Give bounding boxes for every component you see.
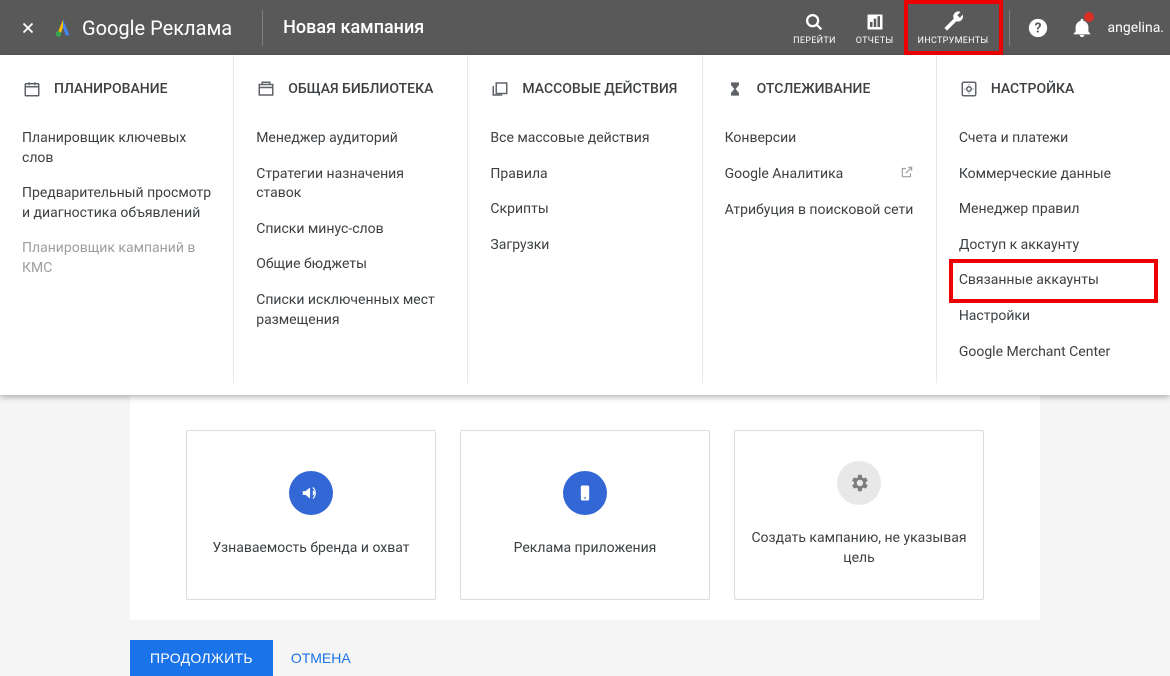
gear-icon <box>837 461 881 505</box>
col-title-tracking: ОТСЛЕЖИВАНИЕ <box>757 81 871 97</box>
link-placement-exclusions[interactable]: Списки исключенных мест размещения <box>256 283 445 338</box>
link-policy-manager[interactable]: Менеджер правил <box>959 192 1148 228</box>
campaign-goal-card: Узнаваемость бренда и охват Реклама прил… <box>130 395 1040 620</box>
link-business-data[interactable]: Коммерческие данные <box>959 157 1148 193</box>
menu-col-bulk: МАССОВЫЕ ДЕЙСТВИЯ Все массовые действия … <box>468 55 702 383</box>
col-header-library: ОБЩАЯ БИБЛИОТЕКА <box>256 79 445 99</box>
tools-label: ИНСТРУМЕНТЫ <box>918 36 989 46</box>
wrench-icon <box>941 10 965 34</box>
option-app-label: Реклама приложения <box>514 539 657 559</box>
gear-square-icon <box>959 79 979 99</box>
link-conversions[interactable]: Конверсии <box>725 121 914 157</box>
link-analytics[interactable]: Google Аналитика <box>725 157 914 194</box>
col-title-planning: ПЛАНИРОВАНИЕ <box>54 81 168 97</box>
link-search-attribution[interactable]: Атрибуция в поисковой сети <box>725 193 914 229</box>
notifications-button[interactable] <box>1060 0 1104 55</box>
option-brand-awareness[interactable]: Узнаваемость бренда и охват <box>186 430 436 600</box>
link-rules[interactable]: Правила <box>490 157 679 193</box>
library-icon <box>256 79 276 99</box>
app-header: Google Реклама Новая кампания ПЕРЕЙТИ ОТ… <box>0 0 1170 55</box>
col-title-library: ОБЩАЯ БИБЛИОТЕКА <box>288 81 433 97</box>
option-row: Узнаваемость бренда и охват Реклама прил… <box>160 430 1010 600</box>
link-linked-accounts[interactable]: Связанные аккаунты <box>949 259 1158 303</box>
link-uploads[interactable]: Загрузки <box>490 228 679 264</box>
link-keyword-planner[interactable]: Планировщик ключевых слов <box>22 121 211 176</box>
col-header-planning: ПЛАНИРОВАНИЕ <box>22 79 211 99</box>
svg-text:?: ? <box>1034 20 1041 36</box>
notification-badge <box>1084 12 1094 22</box>
calendar-icon <box>22 79 42 99</box>
logo-text: Google Реклама <box>82 16 232 40</box>
go-label: ПЕРЕЙТИ <box>793 36 836 46</box>
close-icon[interactable] <box>14 14 42 42</box>
menu-col-tracking: ОТСЛЕЖИВАНИЕ Конверсии Google Аналитика … <box>703 55 937 383</box>
header-right: ПЕРЕЙТИ ОТЧЕТЫ ИНСТРУМЕНТЫ ? angelina. <box>783 0 1170 55</box>
search-icon <box>803 10 825 34</box>
tools-button[interactable]: ИНСТРУМЕНТЫ <box>904 0 1003 55</box>
help-icon: ? <box>1027 17 1049 39</box>
link-all-bulk[interactable]: Все массовые действия <box>490 121 679 157</box>
link-analytics-label: Google Аналитика <box>725 165 844 185</box>
col-header-bulk: МАССОВЫЕ ДЕЙСТВИЯ <box>490 79 679 99</box>
account-name[interactable]: angelina. <box>1104 0 1170 55</box>
hourglass-icon <box>725 79 745 99</box>
bar-chart-icon <box>865 10 885 34</box>
link-preferences[interactable]: Настройки <box>959 299 1148 335</box>
option-brand-label: Узнаваемость бренда и охват <box>213 539 410 559</box>
action-row: ПРОДОЛЖИТЬ ОТМЕНА <box>130 640 1040 676</box>
link-merchant-center[interactable]: Google Merchant Center <box>959 335 1148 371</box>
reports-button[interactable]: ОТЧЕТЫ <box>846 0 904 55</box>
go-button[interactable]: ПЕРЕЙТИ <box>783 0 846 55</box>
continue-button[interactable]: ПРОДОЛЖИТЬ <box>130 640 273 676</box>
external-link-icon <box>900 165 914 186</box>
link-account-access[interactable]: Доступ к аккаунту <box>959 228 1148 264</box>
option-nogoal-label: Создать кампанию, не указывая цель <box>747 529 971 568</box>
megaphone-icon <box>289 471 333 515</box>
page-title: Новая кампания <box>283 17 424 38</box>
menu-col-library: ОБЩАЯ БИБЛИОТЕКА Менеджер аудиторий Стра… <box>234 55 468 383</box>
link-ad-preview[interactable]: Предварительный просмотр и диагностика о… <box>22 176 211 231</box>
menu-col-planning: ПЛАНИРОВАНИЕ Планировщик ключевых слов П… <box>0 55 234 383</box>
col-title-bulk: МАССОВЫЕ ДЕЙСТВИЯ <box>522 81 677 97</box>
menu-col-setup: НАСТРОЙКА Счета и платежи Коммерческие д… <box>937 55 1170 383</box>
link-negative-keywords[interactable]: Списки минус-слов <box>256 212 445 248</box>
option-no-goal[interactable]: Создать кампанию, не указывая цель <box>734 430 984 600</box>
link-billing[interactable]: Счета и платежи <box>959 121 1148 157</box>
reports-label: ОТЧЕТЫ <box>856 36 894 46</box>
link-display-planner: Планировщик кампаний в КМС <box>22 231 211 286</box>
col-title-setup: НАСТРОЙКА <box>991 81 1074 97</box>
header-divider <box>262 10 263 46</box>
google-ads-logo-icon <box>52 17 74 39</box>
link-audience-manager[interactable]: Менеджер аудиторий <box>256 121 445 157</box>
col-header-tracking: ОТСЛЕЖИВАНИЕ <box>725 79 914 99</box>
option-app-promotion[interactable]: Реклама приложения <box>460 430 710 600</box>
header-divider-2 <box>1009 10 1010 46</box>
stack-icon <box>490 79 510 99</box>
tools-megamenu: ПЛАНИРОВАНИЕ Планировщик ключевых слов П… <box>0 55 1170 395</box>
help-button[interactable]: ? <box>1016 0 1060 55</box>
link-bid-strategies[interactable]: Стратегии назначения ставок <box>256 157 445 212</box>
brand-logo[interactable]: Google Реклама <box>52 16 232 40</box>
col-header-setup: НАСТРОЙКА <box>959 79 1148 99</box>
smartphone-icon <box>563 471 607 515</box>
link-scripts[interactable]: Скрипты <box>490 192 679 228</box>
link-shared-budgets[interactable]: Общие бюджеты <box>256 247 445 283</box>
